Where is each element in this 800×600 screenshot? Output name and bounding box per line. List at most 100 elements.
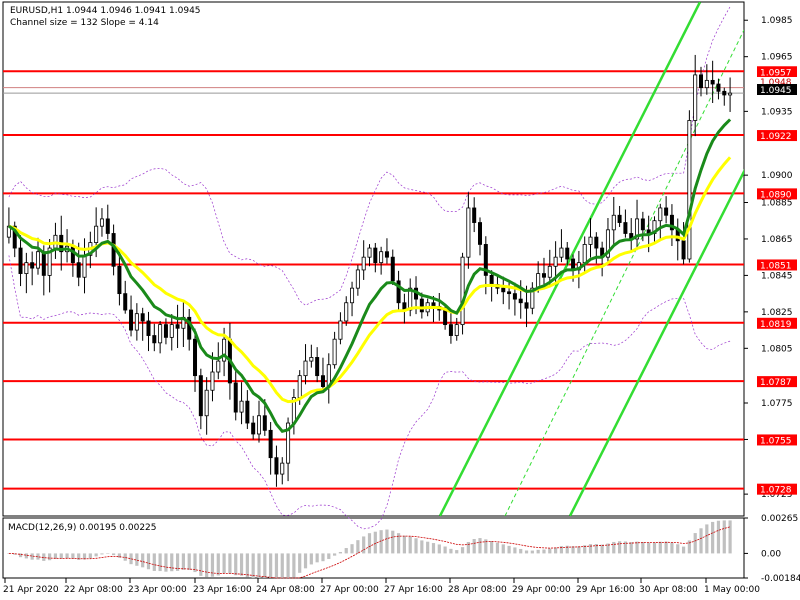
candle-body — [379, 251, 384, 264]
candle-body — [722, 90, 727, 96]
candle-body — [344, 302, 349, 322]
x-tick-label: 29 Apr 00:00 — [512, 585, 571, 595]
candle-body — [315, 357, 320, 377]
macd-bar — [647, 542, 651, 554]
candle-body — [460, 256, 465, 326]
macd-bar — [437, 544, 441, 554]
macd-bar — [315, 553, 319, 563]
macd-bar — [327, 553, 331, 559]
x-tick-label: 23 Apr 00:00 — [128, 585, 187, 595]
y-tick-label: 1.0965 — [761, 53, 793, 63]
candle-body — [134, 313, 139, 331]
macd-bar — [711, 521, 715, 554]
macd-bar — [495, 542, 500, 554]
candle-body — [274, 457, 279, 475]
x-tick-label: 1 May 00:00 — [704, 585, 760, 595]
x-tick-label: 29 Apr 16:00 — [576, 585, 635, 595]
candle-body — [338, 320, 343, 340]
macd-bar — [263, 553, 267, 578]
macd-bar — [408, 536, 412, 554]
candle-body — [419, 298, 424, 313]
candle-body — [216, 360, 221, 373]
macd-label: MACD(12,26,9) 0.00195 0.00225 — [8, 523, 157, 533]
macd-bar — [490, 541, 494, 554]
candle-body — [332, 338, 337, 366]
candle-body — [582, 244, 587, 264]
macd-bar — [478, 538, 482, 554]
candle-body — [547, 265, 552, 278]
macd-y-tick-label: -0.00184 — [761, 574, 800, 584]
candle-body — [524, 302, 529, 309]
level-label: 1.0787 — [760, 378, 792, 388]
candle-body — [158, 324, 163, 344]
macd-bar — [245, 553, 249, 578]
macd-bar — [391, 530, 395, 554]
macd-bar — [152, 553, 156, 571]
macd-bar — [705, 524, 709, 554]
macd-bar — [519, 548, 523, 554]
macd-bar — [251, 553, 255, 578]
level-label: 1.0890 — [760, 190, 792, 200]
x-tick-label: 27 Apr 00:00 — [320, 585, 379, 595]
candle-body — [518, 298, 523, 304]
macd-bar — [652, 542, 657, 554]
candle-body — [623, 222, 628, 234]
macd-bar — [158, 553, 162, 572]
macd-bar — [676, 544, 680, 554]
macd-bar — [681, 546, 686, 554]
candle-body — [466, 207, 471, 258]
x-tick-label: 22 Apr 08:00 — [64, 585, 123, 595]
macd-bar — [460, 547, 465, 554]
macd-bar — [280, 553, 284, 578]
candle-body — [94, 225, 99, 243]
candle-body — [117, 265, 122, 295]
macd-bar — [100, 553, 104, 555]
candle-body — [681, 240, 686, 260]
macd-bar — [617, 541, 622, 554]
macd-bar — [641, 541, 645, 554]
macd-bar — [635, 541, 639, 554]
price-chart: 1.09851.09651.09351.09001.08851.08651.08… — [0, 0, 800, 600]
macd-bar — [187, 553, 191, 570]
macd-bar — [449, 548, 453, 554]
macd-bar — [181, 553, 185, 570]
candle-body — [70, 245, 75, 264]
candle-body — [350, 287, 355, 304]
macd-bar — [524, 550, 529, 554]
x-tick-label: 27 Apr 16:00 — [384, 585, 443, 595]
candle-body — [24, 262, 29, 274]
candle-body — [472, 207, 477, 223]
candle-body — [448, 324, 453, 336]
candle-body — [710, 79, 715, 85]
candle-body — [687, 120, 692, 260]
candle-body — [716, 83, 721, 92]
candle-body — [251, 422, 256, 435]
candle-body — [361, 256, 366, 271]
macd-bar — [612, 541, 616, 554]
macd-bar — [722, 520, 726, 554]
x-tick-label: 24 Apr 08:00 — [256, 585, 315, 595]
macd-bar — [629, 542, 633, 554]
macd-bar — [536, 549, 540, 554]
y-tick-label: 1.0775 — [761, 399, 793, 409]
macd-bar — [59, 553, 63, 559]
candle-body — [553, 256, 558, 267]
candle-body — [35, 251, 40, 269]
candle-body — [82, 254, 87, 278]
macd-bar — [577, 546, 581, 554]
candle-body — [728, 92, 733, 96]
level-label: 1.0728 — [760, 486, 792, 496]
macd-bar — [199, 553, 203, 576]
candle-body — [454, 324, 459, 336]
macd-bar — [111, 553, 116, 556]
x-tick-label: 21 Apr 2020 — [3, 585, 59, 595]
candle-body — [256, 415, 261, 435]
candle-body — [30, 262, 35, 269]
level-label: 1.0922 — [760, 132, 792, 142]
macd-bar — [513, 547, 517, 554]
macd-bar — [338, 551, 343, 554]
candle-body — [140, 313, 145, 322]
level-label: 1.0819 — [760, 320, 792, 330]
candle-body — [76, 262, 81, 278]
macd-bar — [588, 544, 593, 554]
